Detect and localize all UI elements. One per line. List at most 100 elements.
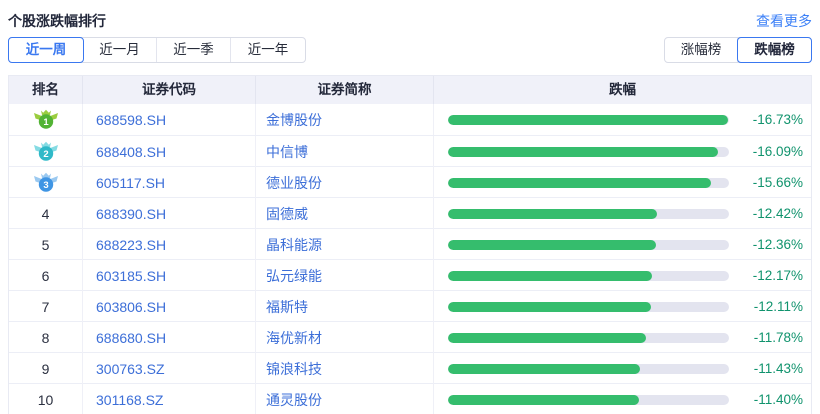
name-cell: 弘元绿能: [256, 260, 434, 291]
change-bar-fill: [448, 394, 640, 405]
change-cell: -12.17%: [434, 260, 811, 291]
change-value: -16.73%: [752, 112, 803, 127]
change-bar-fill: [448, 270, 653, 281]
change-bar-track: [448, 239, 729, 250]
rank-cell: 2: [9, 136, 83, 167]
table-row: 3 605117.SH 德业股份 -15.66%: [9, 166, 811, 198]
change-bar-track: [448, 363, 729, 374]
table-row: 6 603185.SH 弘元绿能 -12.17%: [9, 259, 811, 291]
change-bar-fill: [448, 363, 640, 374]
col-header-change: 跌幅: [609, 82, 636, 97]
rank-cell: 4: [9, 198, 83, 229]
change-cell: -12.36%: [434, 229, 811, 260]
change-bar-track: [448, 208, 729, 219]
stock-name-link[interactable]: 通灵股份: [266, 390, 322, 410]
code-cell: 301168.SZ: [83, 384, 256, 414]
stock-code-link[interactable]: 688408.SH: [96, 144, 166, 160]
table-row: 1 688598.SH 金博股份 -16.73%: [9, 104, 811, 135]
table-row: 10 301168.SZ 通灵股份 -11.40%: [9, 383, 811, 414]
stock-rank-panel: 个股涨跌幅排行 查看更多 近一周 近一月 近一季 近一年 涨幅榜 跌幅榜 排名 …: [0, 0, 820, 414]
stock-name-link[interactable]: 海优新材: [266, 328, 322, 348]
stock-code-link[interactable]: 301168.SZ: [96, 392, 163, 408]
page-title: 个股涨跌幅排行: [8, 13, 106, 29]
svg-text:2: 2: [43, 149, 48, 160]
stock-name-link[interactable]: 锦浪科技: [266, 359, 322, 379]
change-bar-fill: [448, 239, 656, 250]
code-cell: 300763.SZ: [83, 353, 256, 384]
table-row: 4 688390.SH 固德威 -12.42%: [9, 197, 811, 229]
change-bar-track: [448, 177, 729, 188]
table-row: 8 688680.SH 海优新材 -11.78%: [9, 321, 811, 353]
toggle-losers[interactable]: 跌幅榜: [737, 37, 812, 63]
stock-name-link[interactable]: 晶科能源: [266, 235, 322, 255]
rank-cell: 6: [9, 260, 83, 291]
stock-code-link[interactable]: 688680.SH: [96, 330, 166, 346]
change-value: -11.40%: [753, 392, 803, 407]
name-cell: 通灵股份: [256, 384, 434, 414]
code-cell: 688390.SH: [83, 198, 256, 229]
stock-code-link[interactable]: 603185.SH: [96, 268, 166, 284]
name-cell: 福斯特: [256, 291, 434, 322]
change-cell: -11.43%: [434, 353, 811, 384]
table-row: 2 688408.SH 中信博 -16.09%: [9, 135, 811, 167]
svg-text:3: 3: [43, 180, 48, 191]
col-header-code: 证券代码: [83, 76, 256, 104]
change-bar-fill: [448, 301, 652, 312]
name-cell: 海优新材: [256, 322, 434, 353]
change-cell: -12.42%: [434, 198, 811, 229]
stock-name-link[interactable]: 弘元绿能: [266, 266, 322, 286]
rank-number: 4: [41, 205, 50, 222]
change-bar-track: [448, 146, 729, 157]
change-cell: -16.73%: [434, 104, 811, 135]
table-row: 5 688223.SH 晶科能源 -12.36%: [9, 228, 811, 260]
rank-type-toggle: 涨幅榜 跌幅榜: [664, 37, 812, 63]
toggle-gainers[interactable]: 涨幅榜: [665, 38, 738, 62]
rank-table: 排名 证券代码 证券简称 跌幅 1 688598.SH 金博股份 -16.73%…: [8, 75, 812, 414]
code-cell: 603185.SH: [83, 260, 256, 291]
name-cell: 中信博: [256, 136, 434, 167]
stock-name-link[interactable]: 福斯特: [266, 297, 308, 317]
change-bar-track: [448, 114, 729, 125]
period-tabs: 近一周 近一月 近一季 近一年: [8, 37, 306, 63]
change-value: -15.66%: [752, 175, 803, 190]
change-bar-track: [448, 301, 729, 312]
change-cell: -12.11%: [434, 291, 811, 322]
rank-number: 5: [41, 236, 50, 253]
change-cell: -11.40%: [434, 384, 811, 414]
stock-name-link[interactable]: 德业股份: [266, 173, 322, 193]
stock-code-link[interactable]: 603806.SH: [96, 299, 166, 315]
code-cell: 688598.SH: [83, 104, 256, 135]
tab-last-year[interactable]: 近一年: [231, 38, 305, 62]
rank-number: 8: [41, 329, 50, 346]
stock-code-link[interactable]: 688390.SH: [96, 206, 166, 222]
change-bar-track: [448, 394, 729, 405]
tab-last-quarter[interactable]: 近一季: [157, 38, 231, 62]
rank-cell: 8: [9, 322, 83, 353]
code-cell: 688680.SH: [83, 322, 256, 353]
stock-name-link[interactable]: 中信博: [266, 142, 308, 162]
change-value: -11.43%: [753, 361, 803, 376]
stock-code-link[interactable]: 688223.SH: [96, 237, 166, 253]
tab-last-week[interactable]: 近一周: [8, 37, 84, 63]
change-value: -12.11%: [753, 299, 803, 314]
stock-code-link[interactable]: 300763.SZ: [96, 361, 165, 377]
panel-header: 个股涨跌幅排行 查看更多: [8, 10, 812, 32]
rank-number: 9: [41, 360, 50, 377]
medal-icon: 3: [33, 172, 58, 192]
table-header: 排名 证券代码 证券简称 跌幅: [9, 76, 811, 104]
change-bar-track: [448, 270, 729, 281]
col-header-rank: 排名: [9, 76, 83, 104]
stock-code-link[interactable]: 605117.SH: [96, 175, 165, 191]
stock-name-link[interactable]: 固德威: [266, 204, 308, 224]
view-more-link[interactable]: 查看更多: [756, 11, 812, 31]
change-value: -16.09%: [752, 144, 803, 159]
rank-cell: 5: [9, 229, 83, 260]
stock-code-link[interactable]: 688598.SH: [96, 112, 166, 128]
name-cell: 固德威: [256, 198, 434, 229]
rank-cell: 3: [9, 167, 83, 198]
tab-last-month[interactable]: 近一月: [83, 38, 157, 62]
stock-name-link[interactable]: 金博股份: [266, 110, 322, 130]
code-cell: 605117.SH: [83, 167, 256, 198]
change-bar-fill: [448, 146, 719, 157]
name-cell: 德业股份: [256, 167, 434, 198]
